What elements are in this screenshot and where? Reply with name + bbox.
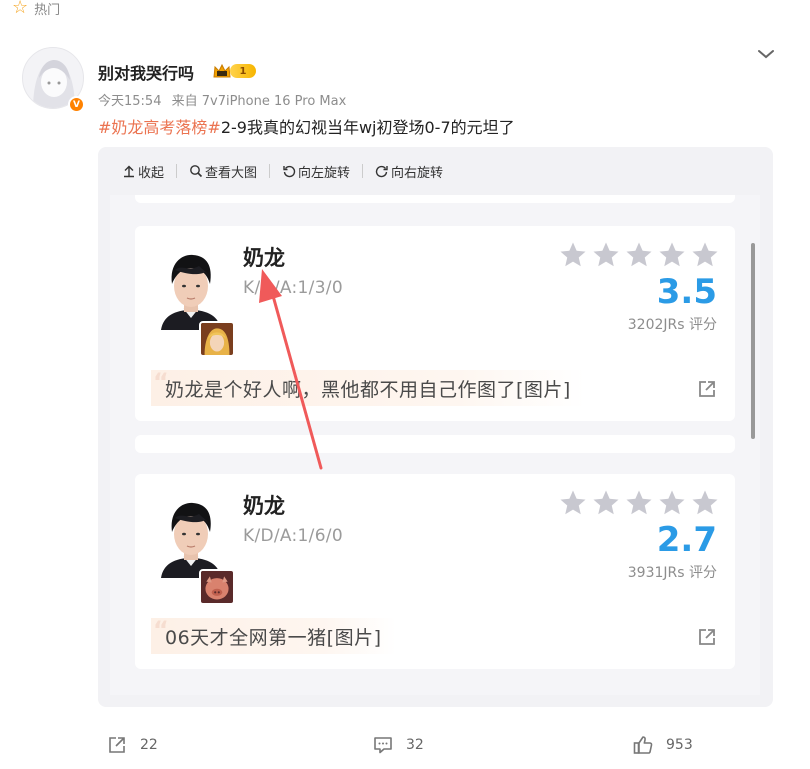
magnifier-icon bbox=[190, 165, 203, 178]
comment-button[interactable]: 32 bbox=[372, 730, 424, 760]
rating-star-icon[interactable] bbox=[657, 488, 687, 518]
rating-stars[interactable] bbox=[558, 488, 720, 518]
like-button[interactable]: 953 bbox=[632, 730, 693, 760]
rating-count: 3202JRs 评分 bbox=[627, 317, 717, 333]
hashtag-link[interactable]: #奶龙高考落榜# bbox=[98, 118, 221, 137]
player-photo bbox=[161, 254, 221, 330]
top-comment: “ 奶龙是个好人啊，黑他都不用自己作图了[图片] bbox=[151, 368, 585, 406]
rotate-right-icon bbox=[375, 165, 388, 178]
hot-section-label: ☆ 热门 bbox=[12, 0, 61, 18]
rotate-left-button[interactable]: 向左旋转 bbox=[282, 161, 350, 181]
share-out-icon[interactable] bbox=[697, 379, 717, 399]
view-large-label: 查看大图 bbox=[205, 165, 258, 181]
rotate-right-button[interactable]: 向右旋转 bbox=[375, 161, 443, 181]
toolbar-divider bbox=[362, 164, 364, 178]
player-rating-card: 奶龙 K/D/A:1/6/0 2.7 3931JRs 评分 “ 06天才全网第一… bbox=[135, 474, 735, 669]
rating-star-icon[interactable] bbox=[690, 240, 720, 270]
rating-star-icon[interactable] bbox=[591, 488, 621, 518]
kda-stat: K/D/A:1/3/0 bbox=[243, 278, 343, 298]
author-name[interactable]: 别对我哭行吗 bbox=[98, 60, 194, 84]
post-source: 来自 7v7iPhone 16 Pro Max bbox=[171, 94, 347, 109]
media-viewer: 收起 查看大图 向左旋转 向右旋转 奶龙 K/D/A:1/3/0 3.5 320… bbox=[98, 147, 773, 707]
rotate-left-label: 向左旋转 bbox=[298, 165, 351, 181]
forward-count: 22 bbox=[140, 737, 158, 753]
collapse-label: 收起 bbox=[138, 165, 165, 181]
vip-badge[interactable]: 1 bbox=[212, 62, 256, 80]
kda-stat: K/D/A:1/6/0 bbox=[243, 526, 343, 546]
player-name: 奶龙 bbox=[243, 246, 285, 270]
rating-star-icon[interactable] bbox=[624, 240, 654, 270]
crown-icon bbox=[213, 63, 231, 78]
collapse-button[interactable]: 收起 bbox=[122, 161, 164, 181]
post-meta: 今天15:54 来自 7v7iPhone 16 Pro Max bbox=[98, 90, 352, 109]
card-fragment bbox=[135, 195, 735, 203]
comment-icon bbox=[374, 737, 392, 754]
like-count: 953 bbox=[666, 737, 693, 753]
forward-icon bbox=[109, 737, 125, 753]
rating-star-icon[interactable] bbox=[657, 240, 687, 270]
forward-button[interactable]: 22 bbox=[106, 730, 158, 760]
media-toolbar: 收起 查看大图 向左旋转 向右旋转 bbox=[98, 147, 773, 195]
rating-star-icon[interactable] bbox=[690, 488, 720, 518]
star-outline-icon: ☆ bbox=[12, 0, 29, 18]
hot-label: 热门 bbox=[34, 2, 61, 18]
vip-level: 1 bbox=[230, 64, 256, 78]
player-rating-card: 奶龙 K/D/A:1/3/0 3.5 3202JRs 评分 “ 奶龙是个好人啊，… bbox=[135, 226, 735, 421]
comment-count: 32 bbox=[406, 737, 424, 753]
post-body: #奶龙高考落榜#2-9我真的幻视当年wj初登场0-7的元坦了 bbox=[98, 114, 515, 138]
view-large-button[interactable]: 查看大图 bbox=[189, 161, 257, 181]
rating-star-icon[interactable] bbox=[591, 240, 621, 270]
quote-mark-icon: “ bbox=[153, 368, 170, 396]
rating-star-icon[interactable] bbox=[624, 488, 654, 518]
average-score: 3.5 bbox=[656, 272, 717, 312]
hero-avatar bbox=[199, 321, 235, 357]
post-action-bar: 22 32 953 bbox=[0, 730, 810, 760]
post-text: 2-9我真的幻视当年wj初登场0-7的元坦了 bbox=[220, 118, 515, 137]
share-out-icon[interactable] bbox=[697, 627, 717, 647]
quote-mark-icon: “ bbox=[153, 616, 170, 644]
chevron-down-icon[interactable] bbox=[756, 44, 776, 64]
post-time[interactable]: 今天15:54 bbox=[98, 94, 161, 109]
comment-text: 奶龙是个好人啊，黑他都不用自己作图了[图片] bbox=[165, 378, 571, 401]
rating-count: 3931JRs 评分 bbox=[627, 565, 717, 581]
average-score: 2.7 bbox=[656, 520, 717, 560]
verified-v-icon: V bbox=[68, 96, 85, 113]
toolbar-divider bbox=[176, 164, 178, 178]
top-comment: “ 06天才全网第一猪[图片] bbox=[151, 616, 396, 654]
like-icon bbox=[633, 736, 653, 754]
player-photo bbox=[161, 502, 221, 578]
rotate-right-label: 向右旋转 bbox=[391, 165, 444, 181]
hero-avatar bbox=[199, 569, 235, 605]
rating-star-icon[interactable] bbox=[558, 488, 588, 518]
comment-text: 06天才全网第一猪[图片] bbox=[165, 626, 382, 649]
post-image[interactable]: 奶龙 K/D/A:1/3/0 3.5 3202JRs 评分 “ 奶龙是个好人啊，… bbox=[110, 195, 760, 695]
card-fragment bbox=[135, 435, 735, 453]
toolbar-divider bbox=[269, 164, 271, 178]
rating-star-icon[interactable] bbox=[558, 240, 588, 270]
scrollbar-thumb[interactable] bbox=[751, 243, 755, 439]
rating-stars[interactable] bbox=[558, 240, 720, 270]
rotate-left-icon bbox=[283, 165, 296, 178]
player-name: 奶龙 bbox=[243, 494, 285, 518]
collapse-icon bbox=[124, 165, 134, 178]
